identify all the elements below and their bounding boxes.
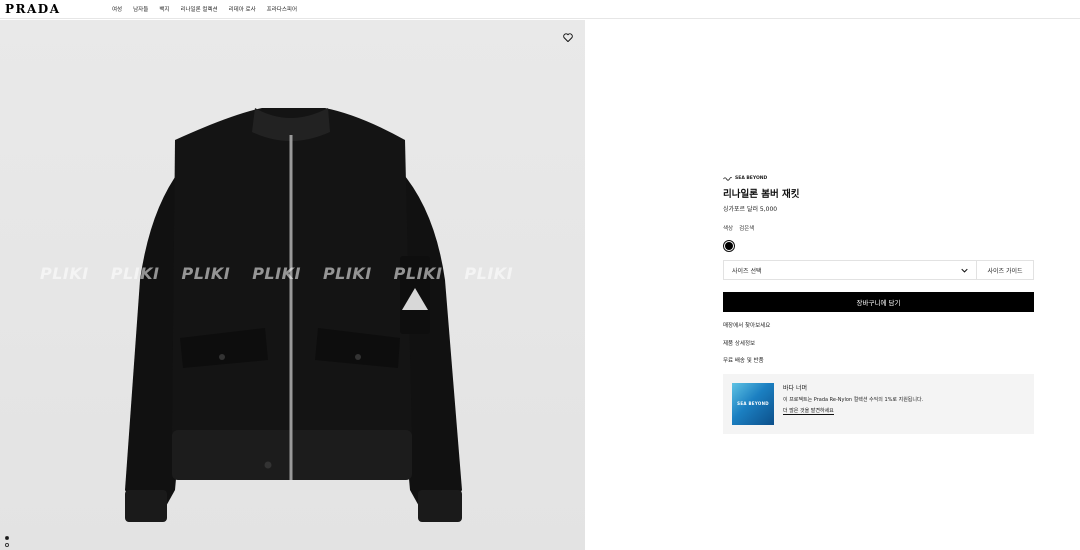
chevron-down-icon xyxy=(961,268,968,273)
promo-text: 이 프로젝트는 Prada Re-Nylon 컬렉션 수익의 1%로 지원됩니다… xyxy=(783,396,924,403)
carousel-dot[interactable] xyxy=(5,536,9,540)
promo-image: SEA BEYOND xyxy=(732,382,774,425)
wave-icon xyxy=(723,177,732,181)
size-guide-link[interactable]: 사이즈 가이드 xyxy=(977,261,1033,279)
top-header: PRADA 여성 남자들 백지 리나일론 컬렉션 리데아 로사 프라다스피어 xyxy=(0,0,1080,19)
shipping-returns-link[interactable]: 무료 배송 및 반품 xyxy=(723,355,1034,373)
carousel-dots xyxy=(5,536,9,547)
prada-logo[interactable]: PRADA xyxy=(5,2,61,16)
sea-beyond-promo: SEA BEYOND 바다 너머 이 프로젝트는 Prada Re-Nylon … xyxy=(723,373,1034,434)
main-nav: 여성 남자들 백지 리나일론 컬렉션 리데아 로사 프라다스피어 xyxy=(112,5,297,13)
favorite-button[interactable] xyxy=(561,30,575,44)
product-links: 매장에서 찾아보세요 제품 상세정보 무료 배송 및 반품 xyxy=(723,320,1034,373)
color-value: 검은색 xyxy=(739,226,755,232)
nav-item-renylon[interactable]: 리나일론 컬렉션 xyxy=(180,5,217,13)
color-swatch-black[interactable] xyxy=(723,240,735,252)
size-select-dropdown[interactable]: 사이즈 선택 xyxy=(724,261,977,279)
product-price: 싱가포르 달러 5,000 xyxy=(723,206,778,213)
color-info: 색상 검은색 xyxy=(723,224,1034,232)
product-details: SEA BEYOND 리나일론 봄버 재킷 싱가포르 달러 5,000 색상 검… xyxy=(723,176,1034,434)
swatch-fill xyxy=(725,242,733,250)
promo-discover-link[interactable]: 더 많은 것을 발견하세요 xyxy=(783,407,834,415)
watermark-text: PLIKI xyxy=(110,264,160,283)
watermark-text: PLIKI xyxy=(393,264,443,283)
jacket-illustration xyxy=(125,108,462,522)
watermark-text: PLIKI xyxy=(322,264,372,283)
watermark-row: PLIKI PLIKI PLIKI PLIKI PLIKI PLIKI PLIK… xyxy=(40,264,513,283)
carousel-dot[interactable] xyxy=(5,543,9,547)
size-select-label: 사이즈 선택 xyxy=(732,267,762,275)
product-image[interactable]: PLIKI PLIKI PLIKI PLIKI PLIKI PLIKI PLIK… xyxy=(0,20,585,550)
watermark-text: PLIKI xyxy=(40,264,89,283)
promo-image-label: SEA BEYOND xyxy=(737,400,769,406)
color-label: 색상 xyxy=(723,226,734,232)
watermark-text: PLIKI xyxy=(252,264,301,283)
nav-item-bags[interactable]: 백지 xyxy=(159,5,169,13)
nav-item-men[interactable]: 남자들 xyxy=(133,5,148,13)
size-row: 사이즈 선택 사이즈 가이드 xyxy=(723,260,1034,280)
heart-icon xyxy=(563,32,573,42)
watermark-text: PLIKI xyxy=(464,264,514,283)
add-to-cart-button[interactable]: 장바구니에 담기 xyxy=(723,292,1034,312)
nav-item-women[interactable]: 여성 xyxy=(112,5,122,13)
product-title: 리나일론 봄버 재킷 xyxy=(723,189,800,200)
nav-item-linea-rossa[interactable]: 리데아 로사 xyxy=(229,5,256,13)
promo-title: 바다 너머 xyxy=(783,384,807,392)
brand-mark-label: SEA BEYOND xyxy=(735,176,768,181)
find-in-store-link[interactable]: 매장에서 찾아보세요 xyxy=(723,320,1034,338)
nav-item-pradasphere[interactable]: 프라다스피어 xyxy=(267,5,297,13)
watermark-text: PLIKI xyxy=(181,264,231,283)
sea-beyond-badge: SEA BEYOND xyxy=(723,176,1034,181)
product-details-link[interactable]: 제품 상세정보 xyxy=(723,338,1034,356)
